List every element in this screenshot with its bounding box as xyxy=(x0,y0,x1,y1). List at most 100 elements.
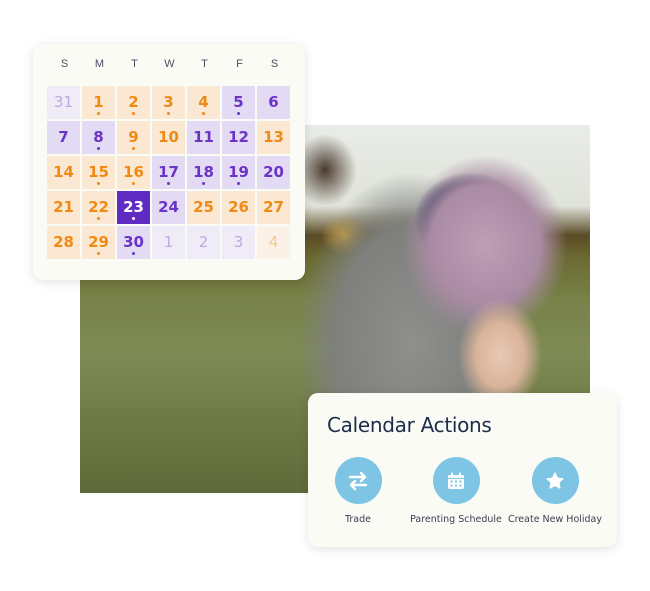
parenting-schedule-icon-circle[interactable] xyxy=(432,457,480,504)
day-number: 28 xyxy=(53,233,74,251)
create-holiday-icon-circle[interactable] xyxy=(531,457,579,504)
day-cell[interactable]: 3 xyxy=(152,86,185,119)
day-cell[interactable]: 31 xyxy=(47,86,80,119)
calendar-widget: S M T W T F S 31 1 2 3 4 5 6 7 8 9 10 11 12 13 14 15 16 1… xyxy=(33,44,305,280)
event-dot xyxy=(202,112,205,115)
day-number: 10 xyxy=(158,128,179,146)
calendar-icon xyxy=(448,472,464,489)
day-cell[interactable]: 15 xyxy=(82,156,115,189)
day-cell[interactable]: 22 xyxy=(82,191,115,224)
day-cell[interactable]: 26 xyxy=(222,191,255,224)
weekday-label: W xyxy=(164,58,175,70)
weekday-label: F xyxy=(236,58,243,70)
day-cell-selected[interactable]: 23 xyxy=(117,191,150,224)
day-grid: 31 1 2 3 4 5 6 7 8 9 10 11 12 13 14 15 16 17 18 19 20 21 22 23 2… xyxy=(47,86,290,259)
day-number: 18 xyxy=(193,163,214,181)
day-number: 4 xyxy=(268,233,279,251)
create-new-holiday-button[interactable]: Create New Holiday xyxy=(505,457,605,525)
event-dot xyxy=(97,112,100,115)
event-dot xyxy=(97,147,100,150)
event-dot xyxy=(97,217,100,220)
day-cell[interactable]: 18 xyxy=(187,156,220,189)
day-number: 8 xyxy=(93,128,104,146)
day-number: 31 xyxy=(53,93,74,111)
day-cell[interactable]: 14 xyxy=(47,156,80,189)
weekday-label: M xyxy=(94,58,105,70)
event-dot xyxy=(167,112,170,115)
weekday-label: T xyxy=(131,58,138,70)
day-cell[interactable]: 9 xyxy=(117,121,150,154)
day-number: 20 xyxy=(263,163,284,181)
parenting-schedule-button[interactable]: Parenting Schedule xyxy=(406,457,506,525)
day-cell[interactable]: 12 xyxy=(222,121,255,154)
day-cell[interactable]: 4 xyxy=(187,86,220,119)
event-dot xyxy=(132,217,135,220)
trade-button[interactable]: Trade xyxy=(308,457,408,525)
create-new-holiday-label: Create New Holiday xyxy=(507,514,603,525)
day-cell[interactable]: 1 xyxy=(82,86,115,119)
day-number: 25 xyxy=(193,198,214,216)
day-cell[interactable]: 25 xyxy=(187,191,220,224)
day-cell[interactable]: 8 xyxy=(82,121,115,154)
day-number: 2 xyxy=(128,93,139,111)
weekday-label: S xyxy=(270,58,279,70)
weekday-label: S xyxy=(60,58,69,70)
card-title: Calendar Actions xyxy=(327,413,492,437)
day-number: 9 xyxy=(128,128,139,146)
day-cell[interactable]: 30 xyxy=(117,226,150,259)
day-cell[interactable]: 11 xyxy=(187,121,220,154)
event-dot xyxy=(132,252,135,255)
day-cell[interactable]: 19 xyxy=(222,156,255,189)
day-number: 14 xyxy=(53,163,74,181)
event-dot xyxy=(132,112,135,115)
day-number: 3 xyxy=(163,93,174,111)
day-number: 16 xyxy=(123,163,144,181)
day-cell[interactable]: 29 xyxy=(82,226,115,259)
day-cell[interactable]: 2 xyxy=(117,86,150,119)
day-number: 1 xyxy=(93,93,104,111)
day-number: 7 xyxy=(58,128,69,146)
day-cell[interactable]: 17 xyxy=(152,156,185,189)
event-dot xyxy=(132,182,135,185)
day-number: 1 xyxy=(163,233,174,251)
day-number: 15 xyxy=(88,163,109,181)
day-cell[interactable]: 2 xyxy=(187,226,220,259)
day-cell[interactable]: 28 xyxy=(47,226,80,259)
day-number: 6 xyxy=(268,93,279,111)
day-number: 19 xyxy=(228,163,249,181)
day-cell[interactable]: 1 xyxy=(152,226,185,259)
day-cell[interactable]: 16 xyxy=(117,156,150,189)
star-icon xyxy=(546,471,564,489)
event-dot xyxy=(237,112,240,115)
day-number: 13 xyxy=(263,128,284,146)
day-cell[interactable]: 5 xyxy=(222,86,255,119)
day-number: 21 xyxy=(53,198,74,216)
day-number: 24 xyxy=(158,198,179,216)
day-cell[interactable]: 21 xyxy=(47,191,80,224)
day-cell[interactable]: 13 xyxy=(257,121,290,154)
day-cell[interactable]: 3 xyxy=(222,226,255,259)
weekday-header: S M T W T F S xyxy=(47,58,292,70)
event-dot xyxy=(97,252,100,255)
day-cell[interactable]: 4 xyxy=(257,226,290,259)
event-dot xyxy=(132,147,135,150)
event-dot xyxy=(202,182,205,185)
day-cell[interactable]: 6 xyxy=(257,86,290,119)
day-cell[interactable]: 10 xyxy=(152,121,185,154)
day-number: 17 xyxy=(158,163,179,181)
day-cell[interactable]: 24 xyxy=(152,191,185,224)
day-number: 12 xyxy=(228,128,249,146)
day-number: 26 xyxy=(228,198,249,216)
day-number: 22 xyxy=(88,198,109,216)
day-number: 30 xyxy=(123,233,144,251)
day-cell[interactable]: 7 xyxy=(47,121,80,154)
day-cell[interactable]: 20 xyxy=(257,156,290,189)
trade-icon-circle[interactable] xyxy=(334,457,382,504)
weekday-label: T xyxy=(201,58,208,70)
day-number: 11 xyxy=(193,128,214,146)
event-dot xyxy=(97,182,100,185)
day-number: 23 xyxy=(123,198,144,216)
swap-arrows-icon xyxy=(348,471,368,490)
day-cell[interactable]: 27 xyxy=(257,191,290,224)
calendar-actions-card: Calendar Actions Trade Parenting Schedul… xyxy=(308,393,617,547)
